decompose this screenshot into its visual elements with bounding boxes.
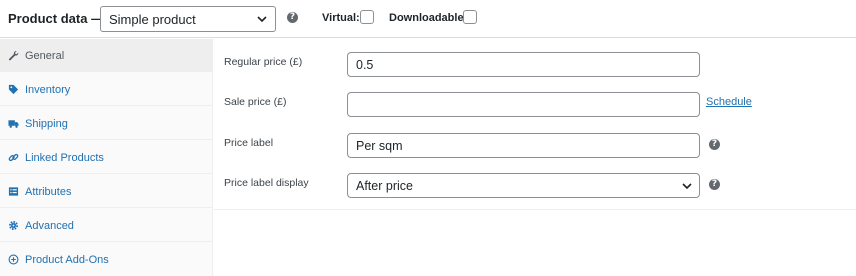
virtual-checkbox[interactable]	[360, 10, 374, 24]
tab-label: Product Add-Ons	[25, 254, 109, 266]
regular-price-input[interactable]: 0.5	[347, 52, 700, 77]
product-data-title: Product data —	[8, 11, 105, 26]
downloadable-checkbox[interactable]	[463, 10, 477, 24]
tab-advanced[interactable]: Advanced	[0, 209, 213, 242]
link-icon	[8, 153, 19, 162]
tab-label: General	[25, 50, 65, 62]
help-icon[interactable]: ?	[709, 179, 720, 190]
tab-label: Shipping	[25, 118, 68, 130]
tab-label: Advanced	[25, 220, 74, 232]
list-icon	[8, 187, 19, 196]
schedule-link[interactable]: Schedule	[706, 96, 752, 108]
chevron-down-icon	[257, 16, 267, 23]
help-icon[interactable]: ?	[287, 12, 298, 23]
tab-inventory[interactable]: Inventory	[0, 73, 213, 106]
price-label-display-label: Price label display	[224, 177, 309, 189]
general-panel: Regular price (£) 0.5 Sale price (£) Sch…	[214, 39, 856, 210]
price-label-label: Price label	[224, 137, 274, 149]
product-type-value: Simple product	[109, 12, 196, 27]
tab-label: Inventory	[25, 84, 71, 96]
regular-price-value: 0.5	[356, 58, 374, 72]
sale-price-input[interactable]	[347, 92, 700, 117]
tab-linked-products[interactable]: Linked Products	[0, 141, 213, 174]
virtual-label: Virtual:	[322, 12, 360, 24]
help-icon[interactable]: ?	[709, 139, 720, 150]
product-type-select[interactable]: Simple product	[100, 6, 276, 32]
chevron-down-icon	[682, 183, 692, 190]
tab-attributes[interactable]: Attributes	[0, 175, 213, 208]
product-data-tabs: General Inventory Shipping Linked Produc…	[0, 39, 213, 276]
regular-price-label: Regular price (£)	[224, 56, 303, 68]
tab-label: Attributes	[25, 186, 72, 198]
plus-circle-icon	[8, 254, 19, 265]
product-data-header: Product data — Simple product ? Virtual:…	[0, 0, 856, 38]
price-label-input[interactable]: Per sqm	[347, 133, 700, 158]
tab-general[interactable]: General	[0, 39, 213, 72]
tab-product-add-ons[interactable]: Product Add-Ons	[0, 243, 213, 276]
downloadable-label: Downloadable:	[389, 12, 468, 24]
tag-icon	[8, 84, 19, 95]
gear-icon	[9, 221, 18, 230]
tab-shipping[interactable]: Shipping	[0, 107, 213, 140]
price-label-value: Per sqm	[356, 139, 403, 153]
wrench-icon	[9, 51, 19, 61]
price-label-display-value: After price	[356, 179, 413, 193]
sale-price-label: Sale price (£)	[224, 96, 287, 108]
truck-icon	[8, 120, 19, 128]
price-label-display-select[interactable]: After price	[347, 173, 700, 198]
tab-label: Linked Products	[25, 152, 104, 164]
